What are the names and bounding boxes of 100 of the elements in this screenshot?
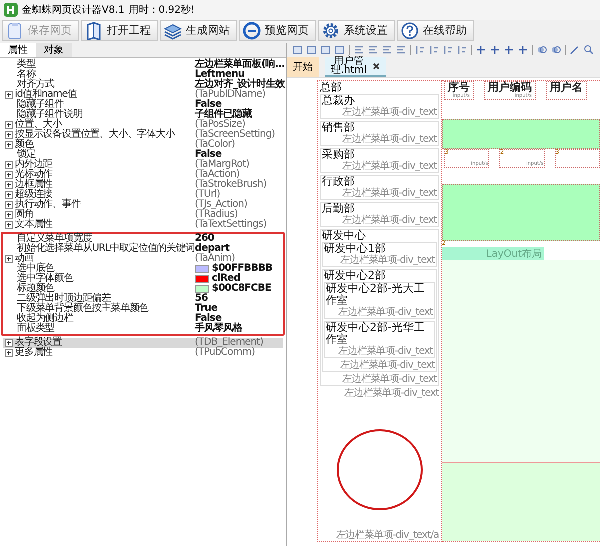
property-value: (TaPubIDName) bbox=[195, 90, 266, 100]
menu-item-label: 研发中心2部-光华工作室 bbox=[326, 322, 426, 346]
property-name: 选中底色 bbox=[17, 264, 55, 274]
expand-icon[interactable] bbox=[5, 339, 13, 347]
expand-icon[interactable] bbox=[5, 91, 13, 99]
property-value: (TPubComm) bbox=[195, 348, 256, 358]
column-label: 序号 bbox=[448, 82, 470, 94]
component-caption: 左边栏菜单项-div_text bbox=[342, 215, 437, 226]
property-name: 内外边距 bbox=[15, 160, 53, 170]
menu-item[interactable]: 研发中心 研发中心1部 左边栏菜单项-div_text 研发中心2部 研发中心2部-光大工作室 左边栏菜单项-div_text 研发中心2部-光华工作室 左边栏菜单项-div_text 左边栏菜单项-div_text 左边栏菜单项-div_text bbox=[320, 229, 439, 386]
expand-icon[interactable] bbox=[5, 161, 13, 169]
document-tab[interactable]: 用户管理.html bbox=[325, 57, 386, 77]
menu-item[interactable]: 采购部 左边栏菜单项-div_text bbox=[320, 148, 439, 173]
property-name: 圆角 bbox=[15, 210, 34, 220]
menu-item-label: 研发中心1部 bbox=[324, 243, 386, 255]
menu-item[interactable]: 总裁办 左边栏菜单项-div_text bbox=[320, 94, 439, 119]
property-name: 面板类型 bbox=[17, 324, 55, 334]
menu-item-label: 总裁办 bbox=[322, 95, 355, 107]
expand-icon[interactable] bbox=[5, 221, 13, 229]
column-label: 用户编码 bbox=[488, 82, 532, 94]
menu-item-label: 行政部 bbox=[322, 176, 355, 188]
property-name: 名称 bbox=[17, 70, 36, 80]
pen-icon[interactable] bbox=[570, 45, 580, 55]
column-label: 用户名 bbox=[550, 82, 583, 94]
window-title: 金蜘蛛网页设计器V8.1 bbox=[22, 4, 125, 17]
property-name: 位置、大小 bbox=[15, 120, 62, 130]
align-icon[interactable] bbox=[354, 45, 364, 55]
property-value: 左边对齐_设计时生效 bbox=[195, 80, 285, 90]
expand-icon[interactable] bbox=[5, 131, 13, 139]
align-icon[interactable] bbox=[429, 45, 439, 55]
expand-icon[interactable] bbox=[5, 181, 13, 189]
property-name: 边框属性 bbox=[15, 180, 53, 190]
property-value: True bbox=[195, 304, 218, 314]
close-icon[interactable] bbox=[373, 62, 380, 70]
property-name: 类型 bbox=[17, 60, 36, 70]
expand-icon[interactable] bbox=[5, 201, 13, 209]
property-value: (TRadius) bbox=[195, 210, 238, 220]
property-name: 锁定 bbox=[17, 150, 36, 160]
component-caption: 左边栏菜单项-div_text/a bbox=[335, 530, 439, 541]
expand-icon[interactable] bbox=[5, 171, 13, 179]
book-icon bbox=[85, 22, 103, 40]
toolbar-button[interactable]: 在线帮助 bbox=[397, 20, 474, 41]
document-tab[interactable]: 开始 bbox=[287, 57, 319, 77]
panel-tab[interactable]: 对象 bbox=[36, 43, 72, 57]
property-row[interactable]: 表字段设置 (TDB_Element) bbox=[3, 338, 283, 348]
menu-item-label: 销售部 bbox=[322, 122, 355, 134]
align-icon[interactable] bbox=[443, 45, 453, 55]
menu-item-label: 后勤部 bbox=[322, 203, 355, 215]
menu-item-label: 研发中心2部 bbox=[324, 270, 387, 282]
property-value: (TaColor) bbox=[195, 140, 235, 150]
property-value: (TJs_Action) bbox=[195, 200, 248, 210]
component-caption: 左边栏菜单项-div_text bbox=[338, 346, 433, 357]
property-value: depart bbox=[195, 244, 230, 254]
expand-icon[interactable] bbox=[5, 349, 13, 357]
property-name: 超级连接 bbox=[15, 190, 53, 200]
property-value: (TUrl) bbox=[195, 190, 220, 200]
property-value: clRed bbox=[212, 274, 240, 284]
component-caption: 左边栏菜单项-div_text bbox=[340, 360, 435, 371]
align-icon[interactable] bbox=[457, 45, 467, 55]
property-value: False bbox=[195, 314, 222, 324]
property-value: False bbox=[195, 100, 222, 110]
expand-icon[interactable] bbox=[5, 211, 13, 219]
property-value: (TaAction) bbox=[195, 170, 240, 180]
expand-icon[interactable] bbox=[5, 121, 13, 129]
menu-title: 总部 bbox=[320, 81, 343, 94]
component-caption: 左边栏菜单项-div_text bbox=[342, 134, 437, 145]
search-icon[interactable] bbox=[584, 45, 594, 55]
toolbar-button[interactable]: 生成网站 bbox=[160, 20, 237, 41]
property-name: 标题颜色 bbox=[17, 284, 55, 294]
menu-item-label: 研发中心2部-光大工作室 bbox=[326, 283, 426, 307]
property-name: 光标动作 bbox=[15, 170, 53, 180]
menu-item[interactable]: 销售部 左边栏菜单项-div_text bbox=[320, 121, 439, 146]
panel-tab[interactable]: 属性 bbox=[0, 43, 36, 57]
expand-icon[interactable] bbox=[5, 191, 13, 199]
align-icon[interactable] bbox=[415, 45, 425, 55]
align-icon[interactable] bbox=[396, 45, 406, 55]
property-value: (TDB_Element) bbox=[195, 338, 264, 348]
property-name: 执行动作、事件 bbox=[15, 200, 81, 210]
menu-item[interactable]: 后勤部 左边栏菜单项-div_text bbox=[320, 202, 439, 227]
property-name: id值和name值 bbox=[15, 90, 78, 100]
property-value: (TaMargRot) bbox=[195, 160, 250, 170]
property-name: 按显示设备设置位置、大小、字体大小 bbox=[15, 130, 175, 140]
toolbar-button[interactable]: 打开工程 bbox=[81, 20, 158, 41]
menu-item[interactable]: 研发中心1部 左边栏菜单项-div_text bbox=[322, 242, 437, 267]
property-name: 隐藏子组件说明 bbox=[17, 110, 83, 120]
expand-icon[interactable] bbox=[5, 255, 13, 263]
menu-item[interactable]: 研发中心2部 研发中心2部-光大工作室 左边栏菜单项-div_text 研发中心2部-光华工作室 左边栏菜单项-div_text 左边栏菜单项-div_text bbox=[322, 269, 437, 372]
expand-icon[interactable] bbox=[5, 141, 13, 149]
toolbar-button[interactable]: 预览网页 bbox=[239, 20, 316, 41]
property-name: 颜色 bbox=[15, 140, 34, 150]
toolbar-button[interactable]: 系统设置 bbox=[318, 20, 395, 41]
align-icon[interactable] bbox=[368, 45, 378, 55]
property-value: $00FFBBBB bbox=[212, 264, 273, 274]
menu-item[interactable]: 研发中心2部-光华工作室 左边栏菜单项-div_text bbox=[324, 321, 435, 358]
menu-item[interactable]: 行政部 左边栏菜单项-div_text bbox=[320, 175, 439, 200]
align-icon[interactable] bbox=[382, 45, 392, 55]
menu-item[interactable]: 研发中心2部-光大工作室 左边栏菜单项-div_text bbox=[324, 282, 435, 319]
property-name: 对齐方式 bbox=[17, 80, 55, 90]
property-value: 左边栏菜单面板(响... bbox=[195, 60, 285, 70]
property-value: 子组件已隐藏 bbox=[195, 110, 252, 120]
